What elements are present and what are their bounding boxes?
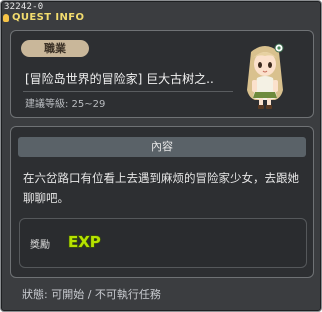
quest-info-window: 32242-0 QUEST INFO 職業 [冒险岛世界的冒险家] 巨大古树之.… <box>0 0 322 312</box>
job-badge: 職業 <box>21 40 89 57</box>
quest-bulb-icon <box>3 14 9 22</box>
quest-description: 在六岔路口有位看上去遇到麻烦的冒险家少女，去跟她聊聊吧。 <box>23 171 299 205</box>
divider <box>23 91 233 92</box>
content-header: 內容 <box>18 137 306 157</box>
girl-npc-portrait-icon <box>247 43 284 109</box>
quest-status: 狀態: 可開始 / 不可執行任務 <box>22 288 161 301</box>
quest-id: 32242-0 <box>4 2 44 12</box>
reward-box: 獎勵 EXP <box>19 218 307 268</box>
reward-label: 獎勵 <box>30 240 50 251</box>
exp-text: EXP <box>68 233 101 251</box>
recommended-level: 建議等級: 25~29 <box>25 99 106 110</box>
quest-name: [冒险岛世界的冒险家] 巨大古树之.. <box>25 72 214 86</box>
window-title: QUEST INFO <box>12 12 85 23</box>
exp-icon: EXP <box>67 232 101 251</box>
quest-detail-panel: 內容 在六岔路口有位看上去遇到麻烦的冒险家少女，去跟她聊聊吧。 獎勵 EXP <box>10 126 314 278</box>
quest-summary-panel: 職業 [冒险岛世界的冒险家] 巨大古树之.. 建議等級: 25~29 <box>10 30 314 118</box>
